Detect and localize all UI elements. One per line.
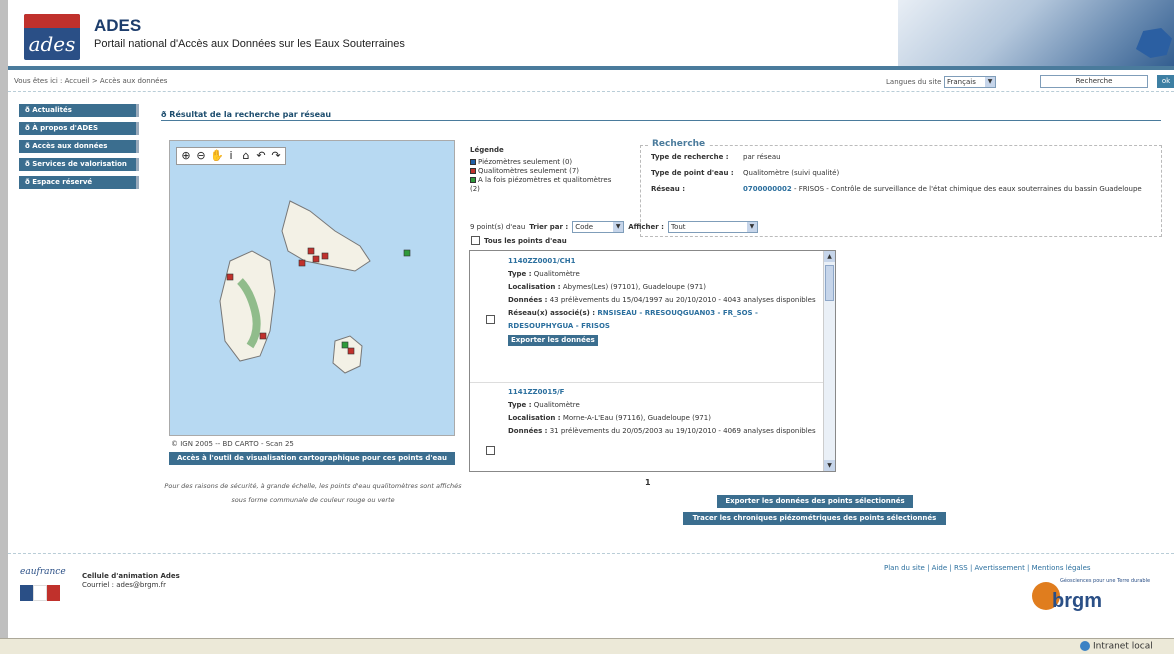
globe-icon <box>1080 641 1090 651</box>
map-marker[interactable] <box>259 332 267 340</box>
network-code-link[interactable]: 0700000002 <box>743 185 792 193</box>
export-selected-button[interactable]: Exporter les données des points sélectio… <box>717 495 913 508</box>
site-header: ades ADES Portail national d'Accès aux D… <box>8 0 1174 66</box>
map-toolbar: ⊕ ⊖ ✋ i ⌂ ↶ ↷ <box>176 147 286 165</box>
home-icon[interactable]: ⌂ <box>240 149 252 163</box>
chevron-down-icon: ▼ <box>746 222 757 232</box>
list-item: 1140ZZ0001/CH1 Type : Qualitomètre Local… <box>470 255 825 383</box>
sidebar-item-a-propos[interactable]: ð À propos d'ADES <box>19 122 139 135</box>
breadcrumb[interactable]: Vous êtes ici : Accueil > Accès aux donn… <box>14 77 167 85</box>
list-item: 1141ZZ0015/F Type : Qualitomètre Localis… <box>470 386 825 471</box>
map-marker[interactable] <box>347 347 355 355</box>
pagination[interactable]: 1 <box>645 478 651 487</box>
results-controls: 9 point(s) d'eau Trier par : Code ▼ Affic… <box>470 221 758 233</box>
results-count: 9 point(s) d'eau <box>470 223 526 231</box>
result-checkbox[interactable] <box>486 446 495 455</box>
footer-links[interactable]: Plan du site | Aide | RSS | Avertissemen… <box>884 564 1091 572</box>
legend: Légende Piézomètres seulement (0) Qualit… <box>470 146 620 194</box>
export-data-button[interactable]: Exporter les données <box>508 335 598 346</box>
language-select[interactable]: Français ▼ <box>944 76 996 88</box>
language-label: Langues du site <box>886 78 942 86</box>
map-marker[interactable] <box>307 247 315 255</box>
legend-swatch-green <box>470 177 476 183</box>
search-ok-button[interactable]: ok <box>1157 75 1174 88</box>
sidebar-nav: ð Actualités ð À propos d'ADES ð Accès a… <box>19 104 139 194</box>
scroll-down-icon[interactable]: ▼ <box>824 460 835 471</box>
chevron-down-icon: ▼ <box>985 77 995 87</box>
info-icon[interactable]: i <box>225 149 237 163</box>
row-divider <box>470 382 824 383</box>
marie-galante-island <box>332 335 363 374</box>
security-note: Pour des raisons de sécurité, à grande é… <box>164 482 462 504</box>
footer-divider <box>8 553 1174 554</box>
map-copyright: © IGN 2005 -- BD CARTO - Scan 25 <box>171 440 294 448</box>
search-input[interactable]: Recherche <box>1040 75 1148 88</box>
sort-select[interactable]: Code ▼ <box>572 221 625 233</box>
title-divider <box>161 120 1161 121</box>
basse-terre-island <box>219 250 276 362</box>
redo-icon[interactable]: ↷ <box>270 149 282 163</box>
search-criteria-title: Recherche <box>649 139 709 149</box>
cell-title: Cellule d'animation Ades <box>82 572 180 580</box>
results-scrollbar[interactable]: ▲ ▼ <box>823 251 835 471</box>
sidebar-item-acces-donnees[interactable]: ð Accès aux données <box>19 140 139 153</box>
scroll-up-icon[interactable]: ▲ <box>824 251 835 262</box>
window-left-border <box>0 0 8 654</box>
legend-item: A la fois piézomètres et qualitomètres (… <box>470 176 612 193</box>
site-subtitle: Portail national d'Accès aux Données sur… <box>94 38 405 50</box>
page-title: ð Résultat de la recherche par réseau <box>161 110 332 119</box>
brgm-logo[interactable]: brgm Géosciences pour une Terre durable <box>1032 578 1172 618</box>
legend-swatch-red <box>470 168 476 174</box>
results-list[interactable]: 1140ZZ0001/CH1 Type : Qualitomètre Local… <box>469 250 836 472</box>
ades-logo[interactable]: ades <box>24 14 80 60</box>
scroll-thumb[interactable] <box>825 265 834 301</box>
show-select[interactable]: Tout ▼ <box>667 221 758 233</box>
map-marker[interactable] <box>403 249 411 257</box>
chevron-down-icon: ▼ <box>613 222 624 232</box>
legend-swatch-blue <box>470 159 476 165</box>
map-view[interactable]: ⊕ ⊖ ✋ i ⌂ ↶ ↷ <box>169 140 455 436</box>
security-zone: Intranet local <box>1080 641 1153 652</box>
legend-item: Qualitomètres seulement (7) <box>470 167 620 176</box>
undo-icon[interactable]: ↶ <box>255 149 267 163</box>
sidebar-item-services[interactable]: ð Services de valorisation <box>19 158 139 171</box>
map-marker[interactable] <box>226 273 234 281</box>
zoom-out-icon[interactable]: ⊖ <box>195 149 207 163</box>
grande-terre-island <box>281 200 371 272</box>
site-title: ADES <box>94 16 142 35</box>
map-marker[interactable] <box>341 341 349 349</box>
legend-title: Légende <box>470 146 504 154</box>
sidebar-item-espace-reserve[interactable]: ð Espace réservé <box>19 176 139 189</box>
all-points-checkbox[interactable] <box>471 236 480 245</box>
contact-email[interactable]: Courriel : ades@brgm.fr <box>82 581 166 589</box>
zoom-in-icon[interactable]: ⊕ <box>180 149 192 163</box>
map-svg <box>219 200 411 374</box>
eaufrance-logo[interactable]: eaufrance <box>20 567 72 621</box>
map-marker[interactable] <box>312 255 320 263</box>
breadcrumb-bar: Vous êtes ici : Accueil > Accès aux donn… <box>8 70 1174 92</box>
legend-item: Piézomètres seulement (0) <box>470 158 620 167</box>
republique-francaise-flag <box>20 585 61 601</box>
trace-chronicles-button[interactable]: Tracer les chroniques piézométriques des… <box>683 512 946 525</box>
point-code-link[interactable]: 1141ZZ0015/F <box>508 386 818 399</box>
pan-hand-icon[interactable]: ✋ <box>210 149 224 163</box>
map-marker[interactable] <box>298 259 306 267</box>
show-label: Afficher : <box>628 223 664 231</box>
sort-label: Trier par : <box>529 223 569 231</box>
all-points-row: Tous les points d'eau <box>471 236 567 245</box>
map-marker[interactable] <box>321 252 329 260</box>
map-tool-button[interactable]: Accès à l'outil de visualisation cartogr… <box>169 452 455 465</box>
browser-status-bar: Intranet local <box>0 638 1174 654</box>
result-checkbox[interactable] <box>486 315 495 324</box>
point-code-link[interactable]: 1140ZZ0001/CH1 <box>508 255 818 268</box>
sidebar-item-actualites[interactable]: ð Actualités <box>19 104 139 117</box>
banner-image <box>898 0 1174 66</box>
